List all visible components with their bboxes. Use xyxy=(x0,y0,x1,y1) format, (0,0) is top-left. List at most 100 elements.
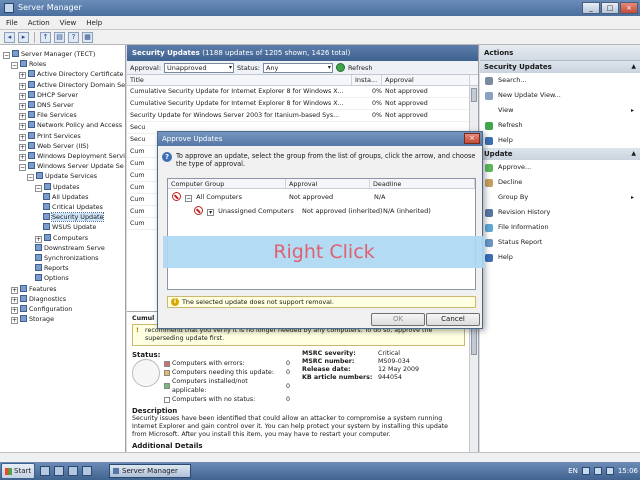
menu-help[interactable]: Help xyxy=(86,19,102,27)
action-item[interactable]: File Information xyxy=(480,220,640,235)
approval-select[interactable]: Unapproved xyxy=(164,62,235,73)
status-select[interactable]: Any xyxy=(262,62,333,73)
column-title[interactable]: Title xyxy=(127,75,352,85)
expand-collapse-icon[interactable]: + xyxy=(19,123,26,131)
column-deadline[interactable]: Deadline xyxy=(370,179,475,188)
taskbar-server-manager[interactable]: Server Manager xyxy=(109,464,191,478)
action-item[interactable]: New Update View... xyxy=(480,88,640,103)
tree-node[interactable]: Options xyxy=(35,273,69,283)
expand-collapse-icon[interactable]: + xyxy=(19,72,26,80)
tree-node[interactable]: All Updates xyxy=(43,192,88,202)
table-row[interactable]: Security Update for Windows Server 2003 … xyxy=(127,110,478,122)
close-icon[interactable]: × xyxy=(620,2,638,14)
table-row[interactable]: Cumulative Security Update for Internet … xyxy=(127,98,478,110)
tree-node[interactable]: Reports xyxy=(35,263,69,273)
expand-collapse-icon[interactable]: + xyxy=(19,92,26,100)
group-row-all-computers[interactable]: − All Computers xyxy=(172,191,242,203)
group-approval[interactable]: Not approved (inherited) xyxy=(302,205,383,217)
expand-collapse-icon[interactable]: + xyxy=(19,113,26,121)
tree-node[interactable]: − Updates xyxy=(35,182,79,192)
tree-node[interactable]: + Active Directory Certificate xyxy=(19,69,123,80)
network-icon[interactable] xyxy=(581,467,590,475)
actions-section-security-updates[interactable]: Security Updates xyxy=(480,61,640,73)
powershell-icon[interactable] xyxy=(54,466,64,476)
tree-node[interactable]: + File Services xyxy=(19,110,77,121)
menu-action[interactable]: Action xyxy=(28,19,50,27)
expand-collapse-icon[interactable]: + xyxy=(19,103,26,110)
back-icon[interactable]: ◂ xyxy=(4,31,15,43)
expand-collapse-icon[interactable]: + xyxy=(11,307,18,314)
group-approval[interactable]: Not approved xyxy=(289,191,333,203)
tree-node[interactable]: + Diagnostics xyxy=(11,294,66,304)
tree-node[interactable]: Critical Updates xyxy=(43,202,103,212)
column-approval[interactable]: Approval xyxy=(286,179,370,188)
tree-node[interactable]: + Features xyxy=(11,284,56,294)
start-button[interactable]: Start xyxy=(1,463,35,479)
flag-icon[interactable] xyxy=(605,467,614,475)
tree-node[interactable]: + Computers xyxy=(35,233,88,243)
column-installed[interactable]: Insta... xyxy=(352,75,382,85)
menu-file[interactable]: File xyxy=(6,19,18,27)
expand-collapse-icon[interactable]: + xyxy=(11,317,18,325)
collapse-icon[interactable]: − xyxy=(185,195,193,202)
table-row[interactable]: Cumulative Security Update for Internet … xyxy=(127,86,478,98)
tree-node[interactable]: + DNS Server xyxy=(19,100,74,110)
action-item[interactable]: Help xyxy=(480,133,640,148)
dialog-titlebar[interactable]: Approve Updates × xyxy=(158,132,482,146)
action-item[interactable]: View xyxy=(480,103,640,118)
tree-node[interactable]: − Update Services xyxy=(27,171,97,182)
menu-view[interactable]: View xyxy=(60,19,77,27)
explorer-icon[interactable] xyxy=(68,466,78,476)
tree-node[interactable]: + DHCP Server xyxy=(19,90,78,100)
action-item[interactable]: Group By xyxy=(480,190,640,205)
expand-collapse-icon[interactable]: + xyxy=(35,235,42,243)
action-item[interactable]: Approve... xyxy=(480,160,640,175)
expand-collapse-icon[interactable]: + xyxy=(19,133,26,141)
refresh-link[interactable]: Refresh xyxy=(348,64,373,72)
expand-collapse-icon[interactable]: − xyxy=(35,184,42,192)
action-item[interactable]: Decline xyxy=(480,175,640,190)
grid-scrollbar-thumb[interactable] xyxy=(471,88,477,102)
tree-node[interactable]: + Web Server (IIS) xyxy=(19,141,89,151)
tree-node[interactable]: + Windows Deployment Servi xyxy=(19,151,125,161)
approval-arrow-icon[interactable]: ▾ xyxy=(207,209,215,216)
tree-node[interactable]: − Windows Server Update Se xyxy=(19,161,124,172)
tree-node[interactable]: Synchronizations xyxy=(35,253,99,263)
tree-node[interactable]: + Active Directory Domain Se xyxy=(19,80,125,90)
expand-collapse-icon[interactable]: − xyxy=(19,164,26,172)
expand-collapse-icon[interactable]: − xyxy=(27,174,34,182)
refresh-icon[interactable] xyxy=(335,63,345,72)
actions-section-update[interactable]: Update xyxy=(480,148,640,160)
show-hide-tree-icon[interactable]: ▤ xyxy=(54,31,65,43)
expand-collapse-icon[interactable]: + xyxy=(11,296,18,304)
server-manager-quicklaunch-icon[interactable] xyxy=(40,466,50,476)
expand-collapse-icon[interactable]: − xyxy=(3,52,10,59)
expand-collapse-icon[interactable]: − xyxy=(11,62,18,70)
tree-node[interactable]: − Server Manager (TECT) xyxy=(3,49,95,59)
detail-scrollbar[interactable] xyxy=(469,311,478,461)
tree-node[interactable]: − Roles xyxy=(11,59,46,70)
internet-explorer-icon[interactable] xyxy=(82,466,92,476)
maximize-icon[interactable]: □ xyxy=(601,2,619,14)
language-indicator[interactable]: EN xyxy=(568,467,578,475)
dialog-close-icon[interactable]: × xyxy=(464,133,480,144)
group-row-unassigned-computers[interactable]: ▾ Unassigned Computers xyxy=(194,205,294,217)
action-item[interactable]: Status Report xyxy=(480,235,640,250)
tree-node[interactable]: WSUS Update xyxy=(43,222,96,232)
column-computer-group[interactable]: Computer Group xyxy=(168,179,286,188)
tree-node[interactable]: + Network Policy and Access xyxy=(19,120,122,131)
column-approval[interactable]: Approval xyxy=(382,75,470,85)
tree-node[interactable]: + Configuration xyxy=(11,304,72,314)
action-item[interactable]: Refresh xyxy=(480,118,640,133)
expand-collapse-icon[interactable]: + xyxy=(11,286,18,294)
properties-icon[interactable]: ▦ xyxy=(82,31,93,43)
help-icon[interactable]: ? xyxy=(68,31,79,43)
action-item[interactable]: Search... xyxy=(480,73,640,88)
forward-icon[interactable]: ▸ xyxy=(18,31,29,43)
expand-collapse-icon[interactable]: + xyxy=(19,154,26,161)
action-item[interactable]: Revision History xyxy=(480,205,640,220)
console-tree[interactable]: − Server Manager (TECT) − Roles + Active Dire… xyxy=(0,45,126,461)
tree-node[interactable]: Downstream Serve xyxy=(35,243,105,253)
window-titlebar[interactable]: Server Manager _ □ × xyxy=(0,0,640,16)
volume-icon[interactable] xyxy=(593,467,602,475)
